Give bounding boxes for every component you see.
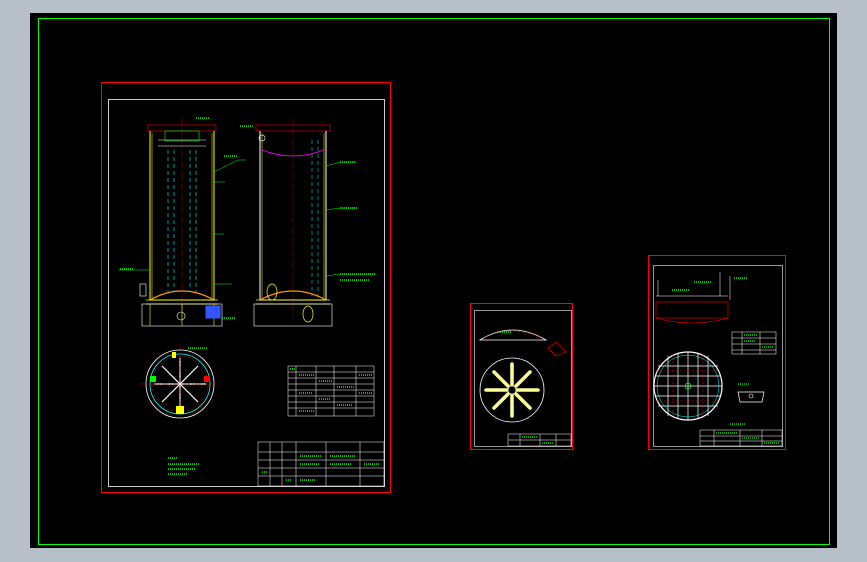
- cad-drawing-canvas: [38, 18, 830, 545]
- vessel-elevation-front: [118, 117, 246, 327]
- support-parts-table: [731, 331, 777, 355]
- support-grid-plan: [653, 351, 723, 421]
- vessel-plan-view: [140, 344, 220, 424]
- title-block: [257, 441, 385, 487]
- support-bracket-detail: [737, 383, 765, 403]
- sheet-border: [470, 303, 573, 450]
- distributor-plan-circle: [479, 357, 545, 423]
- sheet-main-assembly[interactable]: [101, 82, 391, 493]
- sheet-distributor-plate[interactable]: [470, 303, 573, 450]
- cad-viewport[interactable]: [30, 13, 837, 548]
- sheet-border: [648, 255, 786, 450]
- vessel-elevation-side: [240, 118, 376, 327]
- technical-notes: [168, 457, 200, 475]
- materials-list-table: [287, 365, 375, 417]
- title-block: [699, 423, 783, 447]
- title-block: [507, 433, 572, 447]
- sheet-support-grid[interactable]: [648, 255, 786, 450]
- sheet-border: [101, 82, 391, 493]
- dished-head-section: [478, 329, 567, 357]
- support-elevation: [655, 272, 748, 324]
